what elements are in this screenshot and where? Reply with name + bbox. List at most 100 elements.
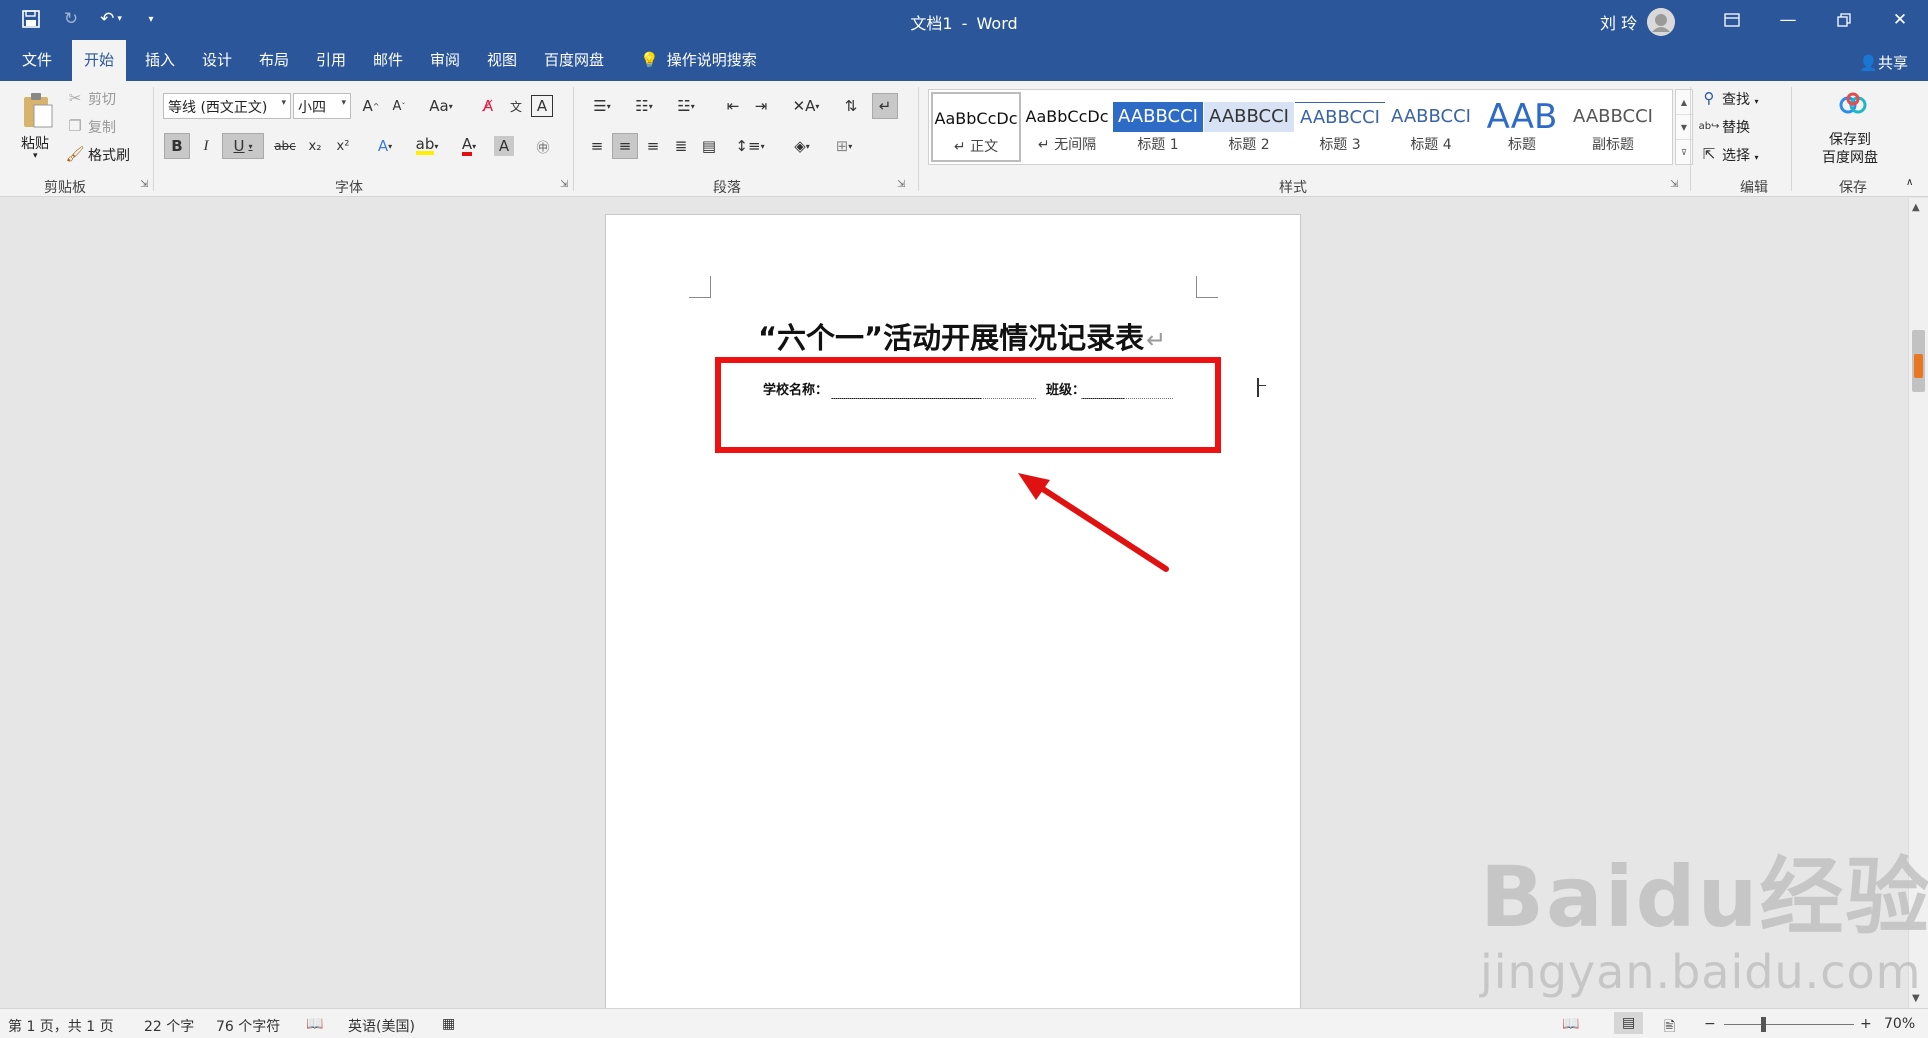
word-count[interactable]: 22 个字	[144, 1016, 194, 1036]
close-icon[interactable]: ✕	[1872, 0, 1928, 40]
style-heading-3[interactable]: AABBCCI 标题 3	[1295, 92, 1385, 162]
find-icon[interactable]: ⚲	[1700, 89, 1718, 107]
zoom-in-icon[interactable]: +	[1860, 1016, 1872, 1032]
language-indicator[interactable]: 英语(美国)	[348, 1016, 415, 1036]
styles-dialog-launcher-icon[interactable]: ⇲	[1670, 179, 1678, 190]
style-normal[interactable]: AaBbCcDc ↵ 正文	[931, 92, 1021, 162]
collapse-ribbon-icon[interactable]: ∧	[1906, 177, 1913, 188]
paste-icon[interactable]	[20, 89, 56, 133]
shrink-font-icon[interactable]: Aˇ	[386, 93, 412, 119]
tab-file[interactable]: 文件	[10, 40, 64, 81]
tab-home[interactable]: 开始	[72, 40, 127, 81]
clipboard-dialog-launcher-icon[interactable]: ⇲	[140, 179, 148, 190]
account[interactable]: 刘 玲	[1600, 8, 1676, 36]
enclose-characters-icon[interactable]: ㊥	[530, 133, 556, 159]
tab-view[interactable]: 视图	[475, 40, 529, 81]
tab-review[interactable]: 审阅	[418, 40, 472, 81]
bold-button[interactable]: B	[164, 133, 190, 159]
restore-icon[interactable]	[1816, 0, 1872, 40]
tab-insert[interactable]: 插入	[133, 40, 187, 81]
clear-formatting-icon[interactable]: A̸	[475, 93, 501, 119]
style-heading-2[interactable]: AABBCCI 标题 2	[1204, 92, 1294, 162]
numbering-icon[interactable]: ☷ ▾	[626, 93, 662, 119]
change-case-button[interactable]: Aa ▾	[424, 93, 458, 119]
proofing-icon[interactable]: 📖	[306, 1016, 323, 1032]
share-button[interactable]: 👤共享	[1859, 52, 1908, 73]
font-dialog-launcher-icon[interactable]: ⇲	[560, 179, 568, 190]
font-color-button[interactable]: A ▾	[452, 133, 486, 159]
borders-icon[interactable]: ⊞ ▾	[826, 133, 862, 159]
font-size-combo[interactable]: 小四 ▾	[293, 93, 351, 119]
style-title[interactable]: AAB 标题	[1477, 92, 1567, 162]
paste-dropdown-icon[interactable]: ▾	[33, 151, 38, 161]
tab-baidu-netdisk[interactable]: 百度网盘	[532, 40, 616, 81]
tab-references[interactable]: 引用	[304, 40, 358, 81]
character-shading-icon[interactable]: A	[494, 136, 514, 156]
document-page[interactable]: “六个一”活动开展情况记录表↵ 学校名称： 班级：	[605, 214, 1301, 1014]
minimize-icon[interactable]: —	[1760, 0, 1816, 40]
phonetic-guide-icon[interactable]: 文	[503, 93, 529, 119]
baidu-cloud-icon[interactable]	[1836, 89, 1870, 119]
shading-icon[interactable]: ◈ ▾	[784, 133, 820, 159]
paragraph-dialog-launcher-icon[interactable]: ⇲	[897, 179, 905, 190]
replace-button[interactable]: 替换	[1722, 117, 1750, 137]
macro-recording-icon[interactable]: ▦	[442, 1016, 455, 1032]
distributed-icon[interactable]: ▤	[696, 133, 722, 159]
subscript-button[interactable]: x₂	[302, 133, 328, 159]
replace-icon[interactable]: ab↪	[1699, 117, 1720, 135]
web-layout-icon[interactable]: 🖹	[1664, 1016, 1675, 1038]
highlight-color-icon[interactable]: ab ▾	[410, 133, 444, 159]
zoom-slider-thumb[interactable]	[1761, 1017, 1766, 1032]
format-painter-icon[interactable]: 🖌	[65, 145, 84, 163]
cut-button[interactable]: 剪切	[88, 89, 116, 109]
style-heading-1[interactable]: AABBCCI 标题 1	[1113, 92, 1203, 162]
tab-layout[interactable]: 布局	[247, 40, 301, 81]
select-button[interactable]: 选择 ▾	[1722, 145, 1758, 165]
style-heading-4[interactable]: AABBCCI 标题 4	[1386, 92, 1476, 162]
strikethrough-button[interactable]: abc	[270, 133, 300, 159]
zoom-out-icon[interactable]: −	[1704, 1016, 1716, 1032]
copy-button[interactable]: 复制	[88, 117, 116, 137]
line-spacing-icon[interactable]: ↕≡ ▾	[732, 133, 768, 159]
zoom-slider[interactable]	[1724, 1024, 1854, 1025]
tab-mailings[interactable]: 邮件	[361, 40, 415, 81]
format-painter-button[interactable]: 格式刷	[88, 145, 130, 165]
align-right-icon[interactable]: ≡	[640, 133, 666, 159]
decrease-indent-icon[interactable]: ⇤	[720, 93, 746, 119]
ribbon-display-icon[interactable]	[1704, 0, 1760, 40]
print-layout-icon[interactable]: ▤	[1614, 1012, 1644, 1034]
save-to-netdisk-button[interactable]: 保存到	[1829, 129, 1871, 149]
tell-me-search[interactable]: 💡 操作说明搜索	[628, 40, 769, 81]
tab-design[interactable]: 设计	[190, 40, 244, 81]
page-count[interactable]: 第 1 页，共 1 页	[8, 1016, 114, 1036]
paste-button[interactable]: 粘贴	[21, 133, 49, 153]
align-center-icon[interactable]: ≡	[612, 133, 638, 159]
cut-icon[interactable]: ✂	[66, 89, 84, 107]
superscript-button[interactable]: x²	[330, 133, 356, 159]
chinese-layout-icon[interactable]: ✕A ▾	[788, 93, 824, 119]
font-name-combo[interactable]: 等线 (西文正文) ▾	[163, 93, 291, 119]
multilevel-list-icon[interactable]: ☳ ▾	[668, 93, 704, 119]
increase-indent-icon[interactable]: ⇥	[748, 93, 774, 119]
align-left-icon[interactable]: ≡	[584, 133, 610, 159]
copy-icon[interactable]: ❐	[66, 117, 84, 135]
character-border-icon[interactable]: A	[531, 95, 553, 117]
find-button[interactable]: 查找 ▾	[1722, 89, 1758, 109]
italic-button[interactable]: I	[193, 133, 219, 159]
sort-icon[interactable]: ⇅	[838, 93, 864, 119]
document-heading[interactable]: “六个一”活动开展情况记录表↵	[758, 315, 1166, 357]
select-icon[interactable]: ⇱	[1700, 145, 1718, 163]
grow-font-icon[interactable]: A ^	[358, 93, 384, 119]
char-count[interactable]: 76 个字符	[216, 1016, 280, 1036]
style-subtitle[interactable]: AABBCCI 副标题	[1568, 92, 1658, 162]
bullets-icon[interactable]: ☰ ▾	[584, 93, 620, 119]
show-hide-marks-icon[interactable]: ↵	[872, 93, 898, 119]
avatar[interactable]	[1647, 8, 1676, 36]
text-effects-icon[interactable]: A ▾	[368, 133, 402, 159]
underline-button[interactable]: U ▾	[222, 133, 264, 159]
read-mode-icon[interactable]: 📖	[1562, 1016, 1579, 1032]
style-no-spacing[interactable]: AaBbCcDc ↵ 无间隔	[1022, 92, 1112, 162]
zoom-level[interactable]: 70%	[1884, 1016, 1915, 1032]
scroll-up-arrow-icon[interactable]: ▲	[1912, 202, 1920, 213]
justify-icon[interactable]: ≣	[668, 133, 694, 159]
